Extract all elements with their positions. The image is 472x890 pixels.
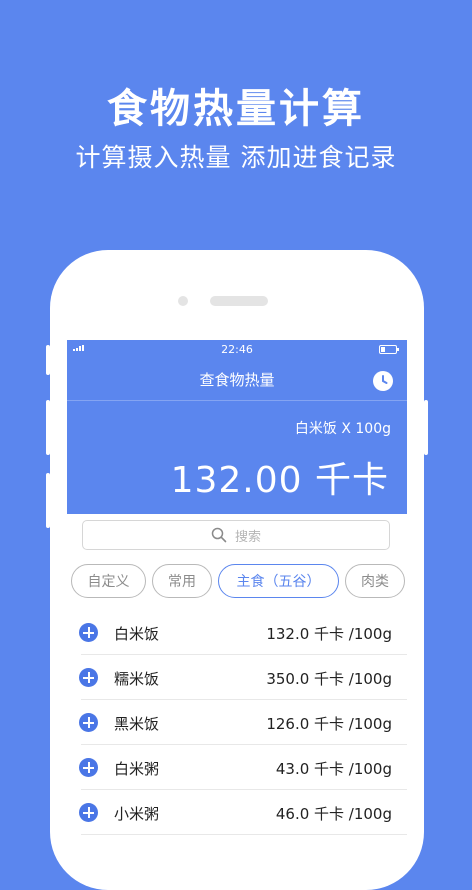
phone-side-button (46, 473, 50, 528)
phone-camera (178, 296, 188, 306)
food-calories: 132.0 千卡 /100g (266, 625, 392, 643)
list-item[interactable]: 黑米饭 126.0 千卡 /100g (67, 700, 407, 745)
phone-speaker (210, 296, 268, 306)
food-name: 小米粥 (114, 805, 160, 823)
food-calories: 46.0 千卡 /100g (275, 805, 392, 823)
battery-icon (379, 345, 399, 354)
list-item[interactable]: 小米粥 46.0 千卡 /100g (67, 790, 407, 835)
page-title: 查食物热量 (199, 371, 275, 389)
calorie-result-panel: 白米饭 X 100g 132.00 千卡 (67, 400, 407, 514)
category-tabs: 自定义 常用 主食（五谷） 肉类 (67, 564, 407, 600)
tab-common[interactable]: 常用 (152, 564, 212, 598)
divider (81, 834, 407, 835)
add-circle-icon[interactable] (79, 758, 98, 777)
add-circle-icon[interactable] (79, 668, 98, 687)
phone-side-button (46, 345, 50, 375)
list-item[interactable]: 白米粥 43.0 千卡 /100g (67, 745, 407, 790)
selected-food-label: 白米饭 X 100g (294, 421, 391, 437)
food-name: 糯米饭 (114, 670, 160, 688)
food-name: 黑米饭 (114, 715, 160, 733)
food-list: 白米饭 132.0 千卡 /100g 糯米饭 350.0 千卡 /100g 黑米… (67, 610, 407, 835)
phone-side-button (46, 400, 50, 455)
status-time: 22:46 (221, 343, 253, 356)
search-placeholder: 搜索 (234, 529, 261, 545)
clock-icon[interactable] (373, 371, 393, 391)
status-bar: 22:46 (67, 340, 407, 360)
search-input[interactable]: 搜索 (82, 520, 390, 550)
phone-side-button (424, 400, 428, 455)
add-circle-icon[interactable] (79, 803, 98, 822)
food-calories: 350.0 千卡 /100g (266, 670, 392, 688)
list-item[interactable]: 白米饭 132.0 千卡 /100g (67, 610, 407, 655)
list-item[interactable]: 糯米饭 350.0 千卡 /100g (67, 655, 407, 700)
tab-custom[interactable]: 自定义 (71, 564, 146, 598)
tab-meat[interactable]: 肉类 (345, 564, 405, 598)
food-name: 白米粥 (114, 760, 160, 778)
promo-subtitle: 计算摄入热量 添加进食记录 (75, 143, 397, 172)
calorie-total: 132.00 千卡 (170, 460, 389, 501)
promo-title: 食物热量计算 (107, 86, 365, 132)
food-calories: 43.0 千卡 /100g (275, 760, 392, 778)
add-circle-icon[interactable] (79, 623, 98, 642)
add-circle-icon[interactable] (79, 713, 98, 732)
food-calories: 126.0 千卡 /100g (266, 715, 392, 733)
tab-staple-grains[interactable]: 主食（五谷） (218, 564, 339, 598)
app-screen: 22:46 查食物热量 白米饭 X 100g 132.00 千卡 搜索 自定义 … (67, 340, 407, 839)
food-name: 白米饭 (114, 625, 160, 643)
nav-bar: 查食物热量 (67, 360, 407, 400)
search-icon (211, 527, 227, 543)
